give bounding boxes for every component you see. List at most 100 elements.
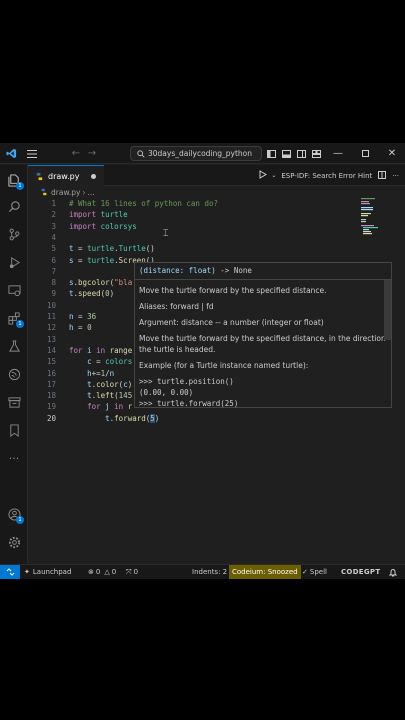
esp-idf-icon[interactable]: [0, 363, 28, 385]
toggle-panel-icon[interactable]: [280, 143, 292, 164]
minimize-icon[interactable]: —: [330, 143, 346, 164]
hover-documentation-popup[interactable]: (distance: float) -> None Move the turtl…: [134, 262, 392, 408]
code-line-20: t.forward(5): [105, 413, 160, 423]
hover-example-line-1: >>> turtle.position(): [139, 377, 234, 386]
ports-icon: ⤧: [126, 567, 132, 576]
explorer-icon[interactable]: 1: [0, 169, 28, 191]
tab-label: draw.py: [48, 171, 80, 181]
hover-scrollbar[interactable]: [384, 280, 391, 340]
forward-arrow-icon[interactable]: →: [86, 143, 98, 164]
editor-actions: ⌄ ESP-IDF: Search Error Hint ···: [259, 165, 405, 186]
line-number: 1: [51, 199, 56, 208]
line-number: 8: [51, 278, 56, 288]
bookmark-icon[interactable]: [0, 419, 28, 441]
hover-example-heading: Example (for a Turtle instance named tur…: [139, 361, 309, 370]
line-number: 4: [51, 232, 56, 242]
espidf-search-error-hint[interactable]: ESP-IDF: Search Error Hint: [281, 172, 372, 180]
breadcrumb-more[interactable]: ...: [87, 188, 94, 197]
run-debug-icon[interactable]: [0, 251, 28, 273]
title-bar: ← → 30days_dailycoding_python — ✕: [0, 143, 405, 164]
line-number: 13: [46, 334, 56, 344]
mouse-ibeam-icon: ⌶: [163, 229, 169, 239]
python-file-icon: [41, 188, 47, 196]
command-center-search[interactable]: 30days_dailycoding_python: [130, 146, 262, 161]
source-control-icon[interactable]: [0, 223, 28, 245]
gear-icon[interactable]: [0, 531, 28, 553]
run-file-icon[interactable]: [259, 170, 268, 181]
archive-icon[interactable]: [0, 391, 28, 413]
activity-bar: 1 1 ··· 1: [0, 165, 28, 564]
line-number: 19: [46, 402, 56, 412]
line-number: 12: [46, 323, 56, 333]
hover-example-line-3: >>> turtle.forward(25): [139, 399, 239, 408]
editor-tabs: draw.py ⌄ ESP-IDF: Search Error Hint ···: [28, 165, 405, 186]
hover-aliases: Aliases: forward | fd: [139, 302, 214, 311]
errors-count: 0: [95, 568, 101, 576]
back-arrow-icon[interactable]: ←: [70, 143, 82, 164]
launchpad-item[interactable]: ✦ Launchpad: [24, 565, 71, 579]
line-number-gutter: 1 2 3 4 5 6 7 8 9 10 11 12 13 14 15 16 17 18 19 20: [28, 198, 56, 564]
codegpt-item[interactable]: CODEGPT: [341, 565, 380, 579]
more-actions-icon[interactable]: ···: [392, 172, 399, 180]
spell-item[interactable]: ✓ Spell: [302, 565, 327, 579]
indentation-item[interactable]: Indents: 2: [192, 565, 227, 579]
run-dropdown-chevron-icon[interactable]: ⌄: [271, 172, 276, 179]
code-line-14: for i in range: [69, 345, 133, 355]
rocket-icon: ✦: [24, 568, 30, 576]
hover-example-line-2: (0.00, 0.00): [139, 388, 194, 397]
check-icon: ✓: [302, 568, 308, 576]
codeium-status[interactable]: Codeium: Snoozed: [229, 565, 301, 579]
line-number: 6: [51, 255, 56, 265]
toggle-secondary-sidebar-icon[interactable]: [295, 143, 307, 164]
hover-detail: Move the turtle forward by the specified…: [139, 334, 386, 354]
vscode-logo-icon[interactable]: [0, 143, 22, 164]
testing-flask-icon[interactable]: [0, 335, 28, 357]
more-icon[interactable]: ···: [0, 447, 28, 469]
problems-item[interactable]: ⊗ 0 △ 0: [88, 565, 116, 579]
code-line-17: t.color(c): [87, 379, 133, 389]
split-editor-icon[interactable]: [378, 170, 387, 181]
line-number: 7: [51, 266, 56, 276]
search-icon[interactable]: [0, 195, 28, 217]
menu-icon[interactable]: [24, 143, 40, 164]
breadcrumb-file[interactable]: draw.py: [51, 188, 80, 197]
ports-count: 0: [133, 568, 139, 576]
line-number: 3: [51, 221, 56, 231]
hover-argument: Argument: distance -- a number (integer …: [139, 318, 324, 327]
code-line-15: c = colors: [87, 357, 133, 367]
ports-item[interactable]: ⤧ 0: [126, 565, 138, 579]
customize-layout-icon[interactable]: [310, 143, 322, 164]
signature-return: -> None: [215, 266, 252, 275]
toggle-sidebar-icon[interactable]: [265, 143, 277, 164]
close-icon[interactable]: ✕: [384, 143, 400, 164]
remote-indicator[interactable]: [0, 565, 20, 579]
line-number: 2: [51, 210, 56, 220]
hover-divider: [135, 279, 391, 280]
remote-explorer-icon[interactable]: [0, 279, 28, 301]
spell-label: Spell: [309, 568, 327, 576]
vscode-window: ← → 30days_dailycoding_python — ✕ 1 1 ··…: [0, 143, 405, 579]
account-icon[interactable]: 1: [0, 503, 28, 525]
warning-icon: △: [104, 568, 110, 576]
maximize-icon[interactable]: [357, 143, 373, 164]
code-line-3: import colorsys: [69, 221, 137, 231]
notifications-bell-icon[interactable]: [389, 565, 397, 579]
warnings-count: 0: [111, 568, 117, 576]
account-badge: 1: [16, 516, 24, 524]
minimap[interactable]: [361, 198, 386, 238]
code-line-19: for j in r: [87, 402, 133, 412]
line-number: 16: [46, 368, 56, 378]
code-line-11: n = 36: [69, 312, 97, 321]
search-icon: [137, 149, 145, 158]
line-number: 20: [46, 413, 56, 423]
line-number: 5: [51, 244, 56, 254]
code-line-12: h = 0: [69, 323, 92, 333]
line-number: 17: [46, 379, 56, 389]
code-line-5: t = turtle.Turtle(): [69, 244, 155, 254]
remote-icon: [6, 568, 14, 576]
line-number: 9: [51, 289, 56, 299]
tab-draw-py[interactable]: draw.py: [28, 165, 104, 186]
extensions-icon[interactable]: 1: [0, 307, 28, 329]
unsaved-dot-icon[interactable]: [91, 174, 96, 179]
hover-description: Move the turtle forward by the specified…: [139, 286, 327, 295]
